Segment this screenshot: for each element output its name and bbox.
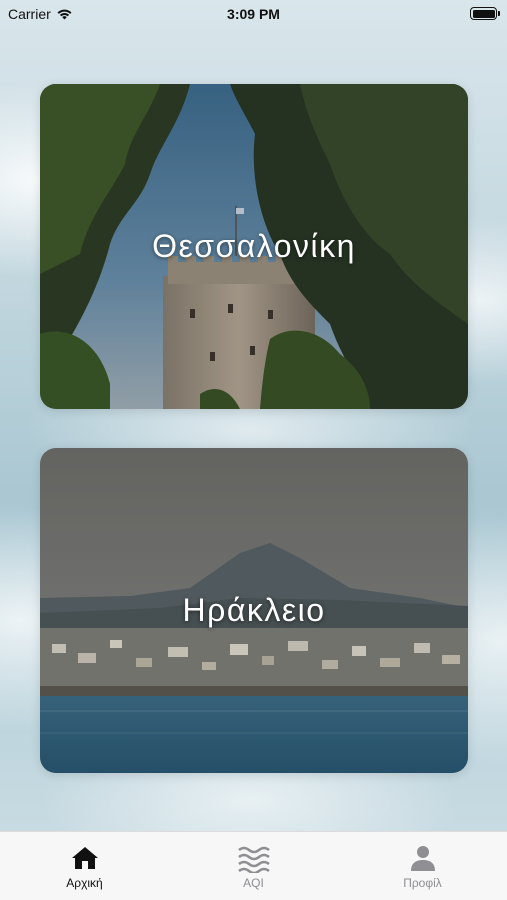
- status-bar: Carrier 3:09 PM: [0, 0, 507, 30]
- tab-profile-label: Προφίλ: [403, 876, 442, 890]
- city-card-heraklion[interactable]: Ηράκλειο: [40, 448, 468, 773]
- tab-bar: Αρχική AQI Προφίλ: [0, 831, 507, 900]
- tab-profile[interactable]: Προφίλ: [338, 832, 507, 900]
- battery-level: [472, 9, 495, 18]
- person-icon: [410, 846, 435, 871]
- tab-aqi[interactable]: AQI: [169, 832, 338, 900]
- home-icon: [71, 847, 98, 869]
- city-name-heraklion: Ηράκλειο: [182, 592, 326, 628]
- city-card-thessaloniki[interactable]: Θεσσαλονίκη: [40, 84, 468, 409]
- tab-aqi-label: AQI: [243, 876, 264, 890]
- battery-cap: [498, 11, 500, 16]
- city-name-thessaloniki: Θεσσαλονίκη: [152, 228, 356, 264]
- tab-home-label: Αρχική: [66, 876, 103, 890]
- waves-icon: [237, 846, 270, 873]
- battery-icon: [470, 7, 500, 20]
- tab-home[interactable]: Αρχική: [0, 832, 169, 900]
- status-time: 3:09 PM: [227, 6, 280, 22]
